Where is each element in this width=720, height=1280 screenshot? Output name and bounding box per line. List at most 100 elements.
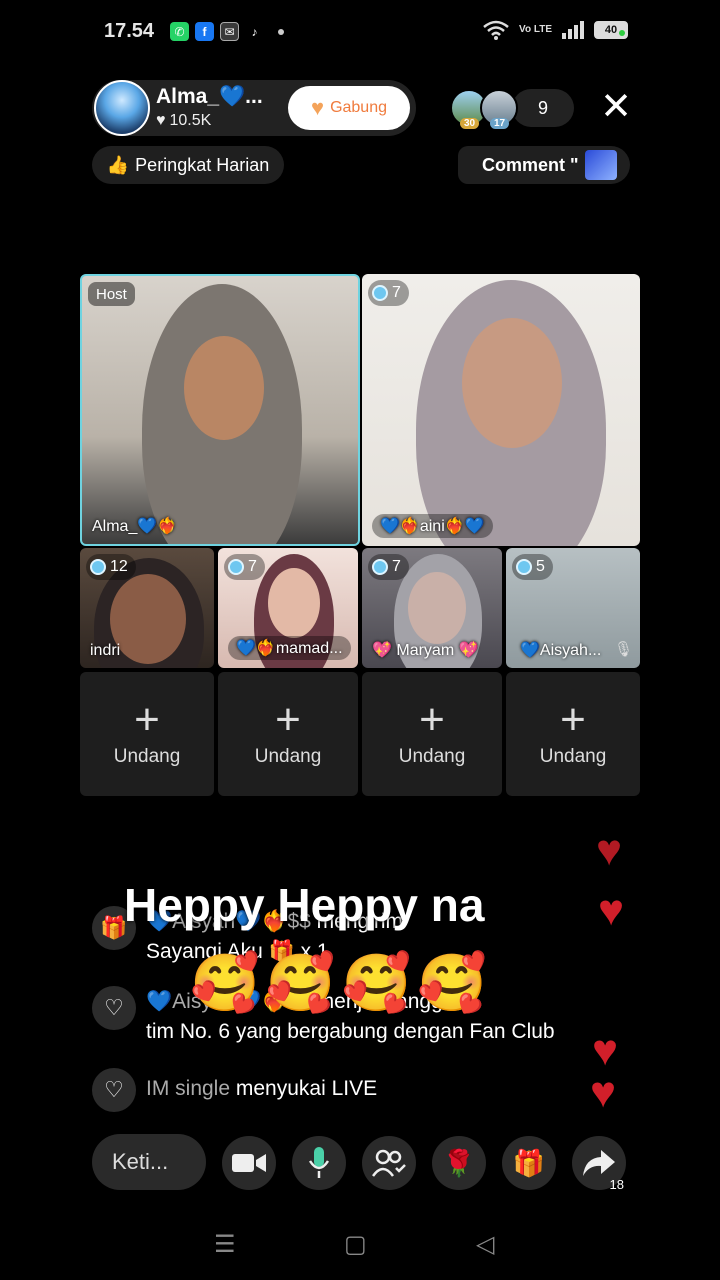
guest-level-tag: 7 — [224, 554, 265, 580]
heart-plus-icon: ♥ — [311, 95, 325, 120]
guest-level: 5 — [536, 558, 545, 575]
diamond-icon — [372, 559, 388, 575]
thumbs-up-icon: 👍 — [106, 154, 130, 175]
invite-label: Undang — [113, 746, 181, 767]
invite-label: Undang — [398, 746, 466, 767]
daily-rank-button[interactable]: 👍 Peringkat Harian — [92, 146, 284, 184]
heart-icon: ♥ — [156, 112, 166, 129]
status-time: 17.54 — [104, 20, 155, 42]
guest-level: 7 — [392, 284, 401, 301]
chat-message: IM single menyukai LIVE — [146, 1077, 377, 1101]
host-info[interactable]: Alma_💙... ♥ 10.5K ♥ Gabung — [92, 80, 416, 136]
diamond-icon — [228, 559, 244, 575]
fan-club-heart-icon: ♡ — [92, 986, 136, 1030]
guest-level-tag: 5 — [512, 554, 553, 580]
tile-name: 💙❤️‍🔥mamad... — [228, 636, 351, 660]
rose-icon: 🌹 — [442, 1147, 476, 1178]
facebook-icon: f — [195, 22, 214, 41]
plus-icon: + — [275, 695, 301, 744]
join-label: Gabung — [330, 99, 387, 116]
guest-level: 7 — [248, 558, 257, 575]
floating-heart-icon: ♥ — [590, 1068, 617, 1117]
host-video — [82, 276, 358, 544]
people-icon — [372, 1149, 406, 1177]
menu-icon[interactable]: ☰ — [214, 1230, 236, 1259]
join-button[interactable]: ♥ Gabung — [288, 86, 410, 130]
notification-icons: ✆ f ✉ ♪ — [170, 22, 284, 41]
guest-level: 12 — [110, 558, 128, 575]
mic-muted-icon: 🎙 — [614, 641, 634, 658]
chat-username: IM single — [146, 1077, 231, 1100]
guest-level: 7 — [392, 558, 401, 575]
guest-video-tile[interactable]: 12 indri — [80, 548, 214, 668]
tiktok-icon: ♪ — [245, 22, 264, 41]
guest-level-tag: 7 — [368, 554, 409, 580]
diamond-icon — [516, 559, 532, 575]
plus-icon: + — [560, 695, 586, 744]
tile-name: Alma_💙❤️‍🔥 — [92, 518, 178, 535]
heart-icon: ♡ — [92, 1068, 136, 1112]
chat-message-cont: tim No. 6 yang bergabung dengan Fan Club — [146, 1020, 555, 1043]
video-camera-icon — [232, 1154, 266, 1172]
plus-icon: + — [134, 695, 160, 744]
host-likes: ♥ 10.5K — [156, 112, 211, 130]
chat-text: menyukai LIVE — [230, 1077, 378, 1100]
volte-indicator: Vo LTE — [519, 24, 552, 35]
comment-input[interactable]: Keti... — [92, 1134, 206, 1190]
floating-heart-icon: ♥ — [596, 826, 623, 875]
home-square-icon[interactable]: ▢ — [344, 1230, 367, 1259]
tile-name: indri — [90, 642, 121, 659]
comment-label: Comment " — [482, 154, 579, 175]
diamond-icon — [90, 559, 106, 575]
diamond-icon — [372, 285, 388, 301]
system-nav-bar: ☰ ▢ ◁ — [0, 1220, 720, 1270]
invite-slot[interactable]: + Undang — [218, 672, 358, 796]
tile-name: 💙Aisyah... — [520, 642, 602, 659]
tile-name: 💙❤️‍🔥aini❤️‍🔥💙 — [372, 514, 493, 538]
invite-label: Undang — [254, 746, 322, 767]
guest-video — [362, 274, 640, 546]
invite-slot[interactable]: + Undang — [362, 672, 502, 796]
viewer-level-badge: 30 — [460, 118, 480, 129]
status-bar: 17.54 ✆ f ✉ ♪ Vo LTE 40 — [0, 0, 720, 66]
host-video-tile[interactable]: Host Alma_💙❤️‍🔥 — [80, 274, 360, 546]
guest-video-tile[interactable]: 7 💖 Maryam 💖 — [362, 548, 502, 668]
sticker-icon — [584, 150, 617, 180]
back-triangle-icon[interactable]: ◁ — [476, 1230, 494, 1259]
share-button[interactable]: 18 — [572, 1136, 626, 1192]
rose-gift-button[interactable]: 🌹 — [432, 1136, 486, 1190]
comment-banner[interactable]: Comment " — [458, 146, 630, 184]
daily-rank-label: Peringkat Harian — [135, 154, 270, 175]
system-icons: Vo LTE 40 — [483, 20, 628, 40]
privacy-indicator-icon — [619, 30, 625, 36]
guests-button[interactable] — [362, 1136, 416, 1190]
viewer-level-badge: 17 — [490, 118, 510, 129]
whatsapp-icon: ✆ — [170, 22, 189, 41]
plus-icon: + — [419, 695, 445, 744]
invite-slot[interactable]: + Undang — [80, 672, 214, 796]
overlay-comment: Heppy Heppy na — [124, 879, 485, 931]
floating-heart-icon: ♥ — [598, 886, 625, 935]
microphone-button[interactable] — [292, 1136, 346, 1190]
guest-level-tag: 12 — [86, 554, 136, 580]
guest-video-tile[interactable]: 7 💙❤️‍🔥aini❤️‍🔥💙 — [362, 274, 640, 546]
guest-level-tag: 7 — [368, 280, 409, 306]
viewer-avatar[interactable]: 17 — [480, 89, 518, 129]
viewer-count[interactable]: 9 — [512, 89, 574, 127]
tile-name: 💖 Maryam 💖 — [372, 642, 479, 659]
camera-button[interactable] — [222, 1136, 276, 1190]
guest-video-tile[interactable]: 5 💙Aisyah... 🎙 — [506, 548, 640, 668]
close-button[interactable]: ✕ — [596, 88, 636, 128]
gift-button[interactable]: 🎁 — [502, 1136, 556, 1190]
microphone-icon — [308, 1147, 330, 1178]
invite-slot[interactable]: + Undang — [506, 672, 640, 796]
signal-icon — [562, 21, 584, 39]
host-avatar[interactable] — [94, 80, 150, 136]
share-count: 18 — [609, 1177, 624, 1192]
guest-video-tile[interactable]: 7 💙❤️‍🔥mamad... — [218, 548, 358, 668]
viewer-list[interactable]: 30 17 9 — [450, 88, 574, 129]
invite-label: Undang — [539, 746, 607, 767]
share-arrow-icon — [583, 1150, 615, 1176]
host-likes-count: 10.5K — [169, 112, 212, 129]
host-name: Alma_💙... — [156, 85, 263, 108]
